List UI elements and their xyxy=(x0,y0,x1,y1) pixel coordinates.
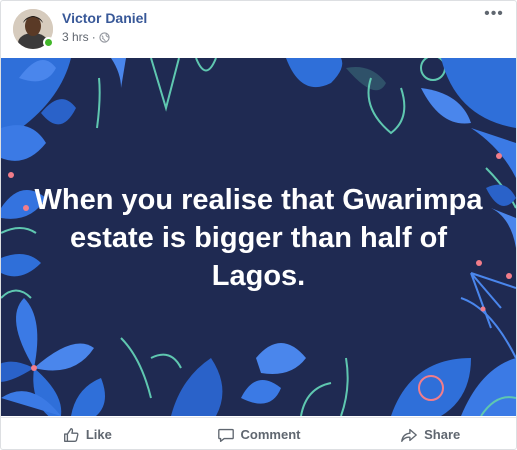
more-options-button[interactable]: ••• xyxy=(482,6,506,25)
meta-separator: · xyxy=(91,30,96,44)
like-label: Like xyxy=(85,427,112,442)
thumbs-up-icon xyxy=(63,427,79,442)
like-button[interactable]: Like xyxy=(1,418,173,449)
comment-button[interactable]: Comment xyxy=(173,418,345,449)
online-status-indicator xyxy=(43,37,54,48)
post-card: Victor Daniel 3 hrs · ••• When you reali… xyxy=(0,0,517,450)
post-text-background: When you realise that Gwarimpa estate is… xyxy=(1,58,516,416)
speech-bubble-icon xyxy=(217,428,234,442)
post-meta: 3 hrs · xyxy=(62,30,110,44)
share-label: Share xyxy=(424,427,461,442)
share-arrow-icon xyxy=(401,428,417,442)
comment-label: Comment xyxy=(240,427,301,442)
post-timestamp[interactable]: 3 hrs xyxy=(62,30,89,44)
share-button[interactable]: Share xyxy=(344,418,516,449)
post-header: Victor Daniel 3 hrs · ••• xyxy=(1,1,516,58)
avatar[interactable] xyxy=(13,9,54,49)
post-actions-bar: Like Comment Share xyxy=(1,417,516,449)
post-message-text: When you realise that Gwarimpa estate is… xyxy=(34,184,483,292)
globe-icon xyxy=(99,31,110,43)
author-name[interactable]: Victor Daniel xyxy=(62,10,147,26)
